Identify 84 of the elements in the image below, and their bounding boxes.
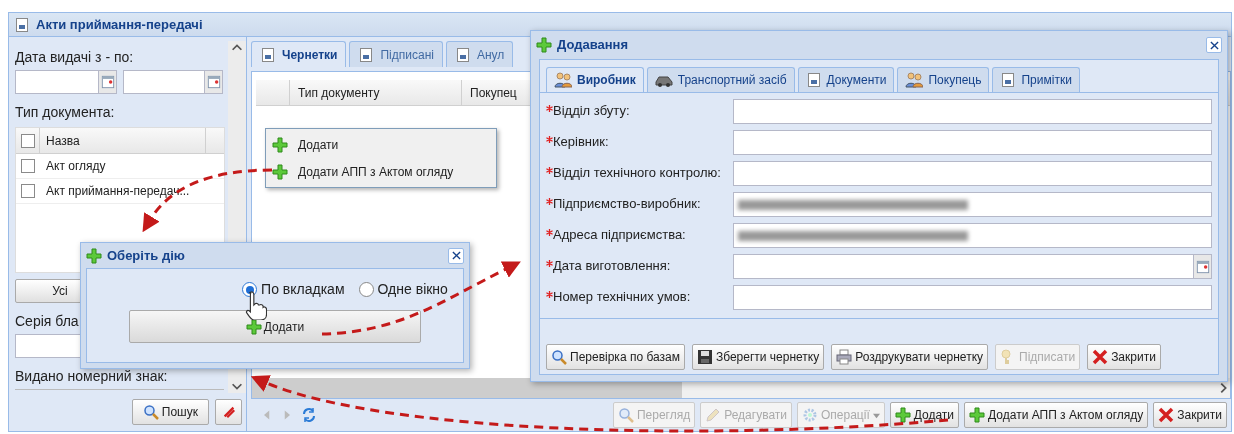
radio-option[interactable]: Одне вікно [358, 279, 448, 300]
text-field[interactable] [733, 192, 1212, 217]
plus-icon [245, 318, 262, 335]
document-icon [14, 16, 30, 33]
save-draft-button[interactable]: Зберегти чернетку [691, 344, 825, 370]
eraser-icon [221, 405, 236, 419]
plus-icon [894, 407, 911, 423]
calendar-icon [206, 75, 221, 89]
close-icon [1092, 349, 1109, 365]
close-button[interactable] [448, 247, 464, 264]
tab[interactable]: Чернетки [251, 41, 347, 67]
close-icon [451, 251, 461, 260]
plus-icon [272, 163, 288, 180]
field-label: Тип документа: [15, 103, 116, 122]
check-databases-button[interactable]: Перевірка по базам [546, 344, 685, 370]
date-field[interactable] [733, 254, 1212, 279]
dialog-title: Оберіть дію [107, 246, 185, 265]
field-label: Дата виготовлення: [553, 258, 671, 274]
column-header: Тип документу [290, 80, 462, 105]
date-field[interactable] [123, 70, 223, 94]
table-cell-text: Акт огляду [45, 158, 106, 175]
search-icon [142, 404, 159, 420]
field-label: Дата видачі з - по: [15, 48, 135, 67]
close-button[interactable]: Закрити [1087, 344, 1161, 370]
table-cell-text: Акт приймання-передач... [45, 183, 190, 200]
tab[interactable]: Покупець [897, 67, 990, 92]
checkbox[interactable] [21, 184, 35, 198]
refresh-icon [301, 407, 317, 423]
print-draft-button[interactable]: Роздрукувати чернетку [831, 344, 988, 370]
people-icon [905, 72, 924, 88]
field-label: Адреса підприємства: [553, 227, 686, 243]
text-field[interactable] [733, 223, 1212, 248]
tab[interactable]: Транспортний засіб [646, 67, 795, 92]
checkbox[interactable] [20, 133, 35, 148]
clear-button[interactable] [215, 399, 242, 425]
search-button[interactable]: Пошук [131, 399, 209, 425]
field-label: Відділ технічного контролю: [553, 165, 721, 181]
tab[interactable]: Документи [797, 67, 895, 92]
close-button[interactable] [1206, 37, 1222, 53]
radio-button[interactable] [358, 282, 374, 297]
document-icon [805, 72, 822, 88]
search-icon [551, 349, 567, 365]
column-header: Назва [40, 128, 206, 153]
plus-icon [272, 136, 288, 153]
field-label: Керівник: [553, 134, 609, 150]
text-field[interactable] [733, 285, 1212, 310]
menu-item[interactable]: Додати АПП з Актом огляду [266, 158, 496, 185]
scrollbar-thumb[interactable] [252, 378, 682, 398]
search-icon [617, 407, 634, 423]
pencil-icon [705, 407, 722, 423]
gear-icon [802, 407, 818, 423]
tab[interactable]: Анул [445, 41, 514, 67]
checkbox[interactable] [21, 159, 35, 173]
document-icon [454, 46, 471, 63]
tab[interactable]: Примітки [992, 67, 1080, 92]
field-label: Серія бла [15, 312, 80, 331]
date-field[interactable] [15, 70, 117, 94]
window-title: Акти приймання-передачі [36, 15, 203, 34]
printer-icon [836, 349, 853, 365]
close-button[interactable]: Закрити [1153, 402, 1227, 428]
add-with-inspection-button[interactable]: Додати АПП з Актом огляду [964, 402, 1149, 428]
add-button[interactable]: Додати [889, 402, 960, 428]
dialog-title: Додавання [557, 36, 628, 55]
document-icon [260, 46, 276, 63]
add-button[interactable]: Додати [129, 310, 421, 343]
people-icon [554, 72, 572, 88]
plus-icon [536, 37, 552, 53]
plus-icon [969, 407, 986, 423]
document-icon [1000, 72, 1017, 88]
field-label: Номер технічних умов: [553, 289, 691, 305]
text-field[interactable] [733, 161, 1212, 186]
close-icon [1209, 40, 1219, 50]
plus-icon [86, 247, 102, 264]
calendar-icon [100, 75, 115, 89]
text-field[interactable] [733, 130, 1212, 155]
tab[interactable]: Підписані [349, 41, 443, 67]
tab[interactable]: Виробник [546, 67, 644, 92]
field-label: Відділ збуту: [553, 103, 630, 119]
document-icon [358, 46, 375, 63]
menu-item[interactable]: Додати [266, 131, 496, 158]
text-field[interactable] [733, 99, 1212, 124]
field-label: Підприємство-виробник: [553, 196, 701, 212]
calendar-icon [1195, 259, 1210, 274]
close-icon [1158, 407, 1175, 423]
